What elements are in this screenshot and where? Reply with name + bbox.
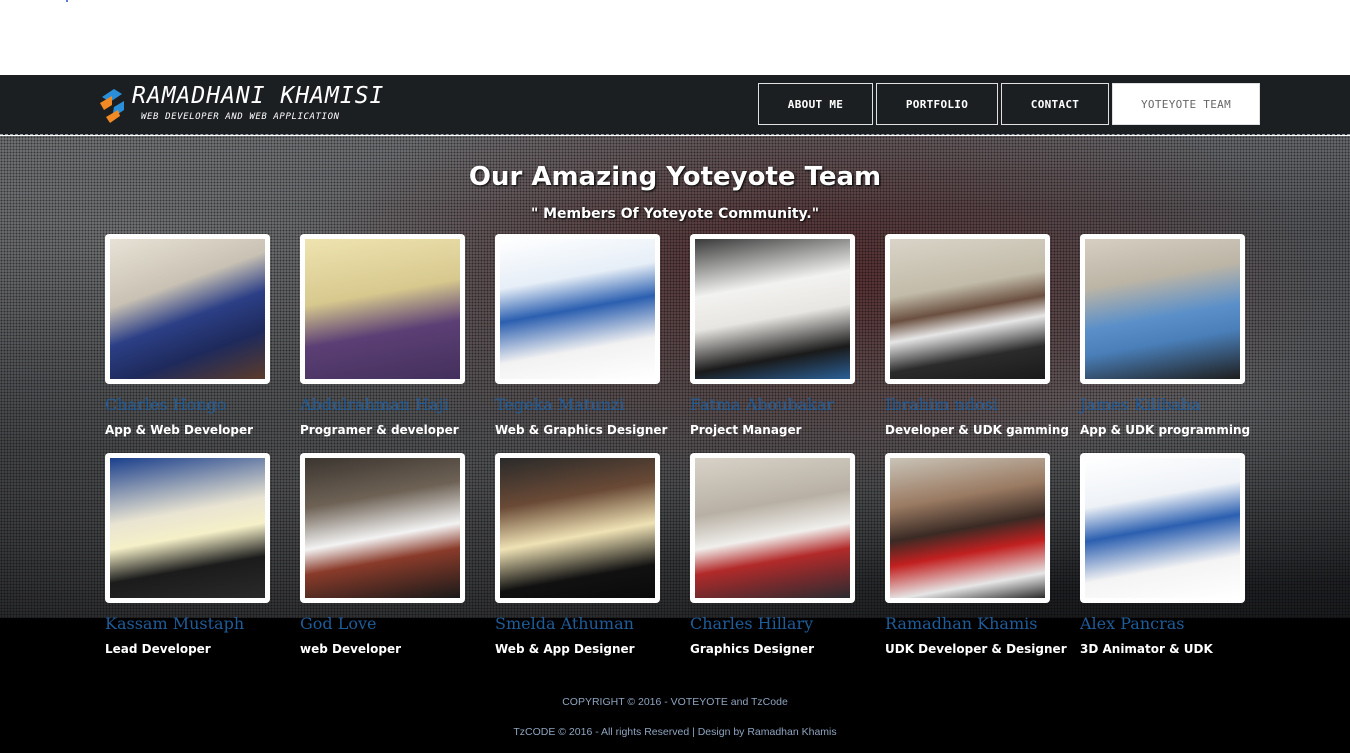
member-photo[interactable] — [300, 234, 465, 384]
nav-contact[interactable]: CONTACT — [1001, 83, 1109, 125]
team-card: Smelda Athuman Web & App Designer — [495, 453, 660, 656]
nav-portfolio[interactable]: PORTFOLIO — [876, 83, 998, 125]
member-role: Lead Developer — [105, 642, 211, 656]
member-photo[interactable] — [1080, 453, 1245, 603]
member-name[interactable]: Alex Pancras — [1080, 614, 1245, 633]
member-name[interactable]: Ramadhan Khamis — [885, 614, 1050, 633]
nav-about-me[interactable]: ABOUT ME — [758, 83, 873, 125]
member-name[interactable]: Charles Hillary — [690, 614, 855, 633]
member-photo[interactable] — [105, 234, 270, 384]
section-subtitle: " Members Of Yoteyote Community." — [530, 206, 820, 222]
top-margin — [0, 0, 1350, 75]
member-photo[interactable] — [495, 234, 660, 384]
member-photo[interactable] — [885, 234, 1050, 384]
member-name[interactable]: Abdulrahman Haji — [300, 395, 465, 414]
logo-title: RAMADHANI KHAMISI — [132, 83, 385, 109]
member-name[interactable]: Fatma Aboubakar — [690, 395, 855, 414]
member-photo[interactable] — [105, 453, 270, 603]
team-card: Ramadhan Khamis UDK Developer & Designer — [885, 453, 1067, 656]
footer-credits: TzCODE © 2016 - All rights Reserved | De… — [513, 726, 837, 738]
member-role: web Developer — [300, 642, 402, 656]
member-name[interactable]: James Kilibaha — [1080, 395, 1245, 414]
team-card: Fatma Aboubakar Project Manager — [690, 234, 855, 437]
page: RAMADHANI KHAMISI WEB DEVELOPER AND WEB … — [0, 0, 1350, 753]
member-role: UDK Developer & Designer — [885, 642, 1067, 656]
member-name[interactable]: Ibrahim ndosi — [885, 395, 1050, 414]
site-logo[interactable]: RAMADHANI KHAMISI WEB DEVELOPER AND WEB … — [98, 83, 388, 131]
member-role: Graphics Designer — [690, 642, 815, 656]
team-card: Ibrahim ndosi Developer & UDK gamming — [885, 234, 1070, 437]
team-card: Abdulrahman Haji Programer & developer — [300, 234, 465, 437]
member-photo[interactable] — [495, 453, 660, 603]
member-photo[interactable] — [690, 234, 855, 384]
team-card: Tegeka Matunzi Web & Graphics Designer — [495, 234, 668, 437]
member-role: Project Manager — [690, 423, 802, 437]
member-role: Web & App Designer — [495, 642, 635, 656]
team-card: James Kilibaha App & UDK programming — [1080, 234, 1251, 437]
member-role: 3D Animator & UDK — [1080, 642, 1213, 656]
member-photo[interactable] — [1080, 234, 1245, 384]
footer-copyright: COPYRIGHT © 2016 - VOTEYOTE and TzCode — [562, 696, 788, 708]
member-role: Programer & developer — [300, 423, 459, 437]
top-dot — [66, 0, 68, 2]
logo-icon — [100, 89, 124, 123]
member-name[interactable]: Charles Hongo — [105, 395, 270, 414]
member-photo[interactable] — [690, 453, 855, 603]
member-name[interactable]: God Love — [300, 614, 465, 633]
member-role: App & UDK programming — [1080, 423, 1251, 437]
logo-subtitle: WEB DEVELOPER AND WEB APPLICATION — [141, 112, 340, 122]
nav-yoteyote-team[interactable]: YOTEYOTE TEAM — [1112, 83, 1260, 125]
member-name[interactable]: Tegeka Matunzi — [495, 395, 660, 414]
team-card: God Love web Developer — [300, 453, 465, 656]
team-card: Kassam Mustaph Lead Developer — [105, 453, 270, 656]
navbar: RAMADHANI KHAMISI WEB DEVELOPER AND WEB … — [0, 75, 1350, 135]
member-role: App & Web Developer — [105, 423, 254, 437]
team-card: Alex Pancras 3D Animator & UDK — [1080, 453, 1245, 656]
member-name[interactable]: Kassam Mustaph — [105, 614, 270, 633]
team-card: Charles Hillary Graphics Designer — [690, 453, 855, 656]
member-photo[interactable] — [300, 453, 465, 603]
member-role: Web & Graphics Designer — [495, 423, 668, 437]
section-title: Our Amazing Yoteyote Team — [468, 162, 882, 192]
member-name[interactable]: Smelda Athuman — [495, 614, 660, 633]
member-role: Developer & UDK gamming — [885, 423, 1070, 437]
member-photo[interactable] — [885, 453, 1050, 603]
team-card: Charles Hongo App & Web Developer — [105, 234, 270, 437]
